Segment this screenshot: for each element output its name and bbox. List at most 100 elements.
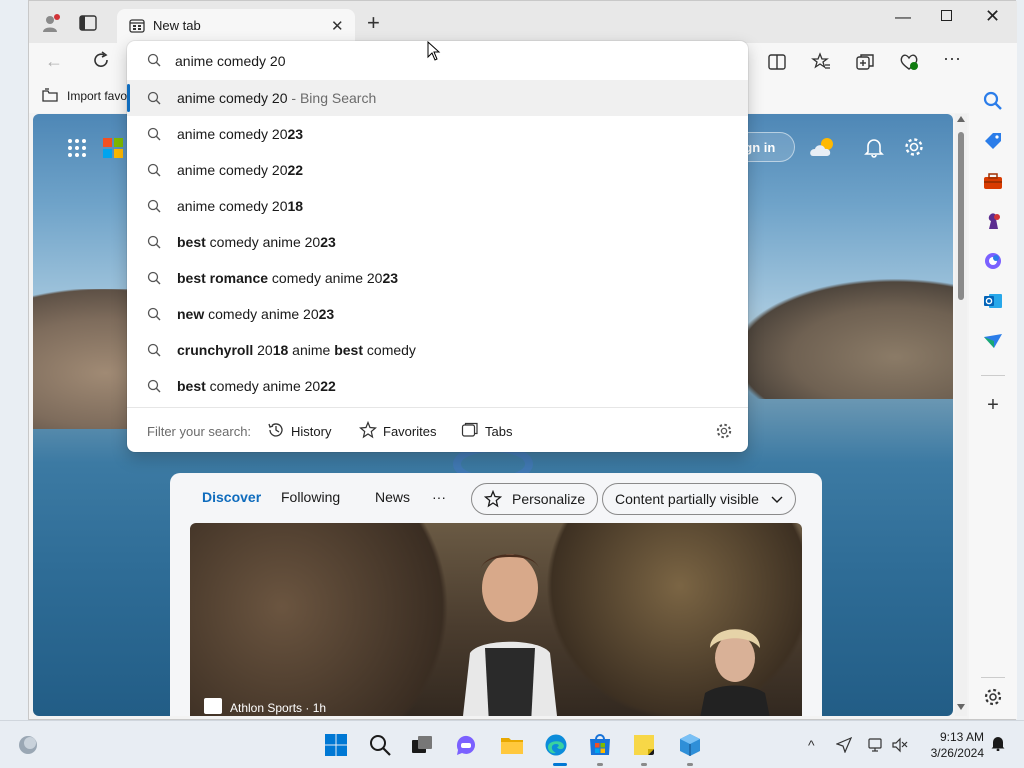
notification-center-icon[interactable]: [990, 735, 1006, 751]
filter-favorites-button[interactable]: Favorites: [359, 421, 439, 441]
filter-favorites-label: Favorites: [383, 424, 437, 439]
filter-history-label: History: [291, 424, 332, 439]
tray-volume-muted-icon[interactable]: [892, 737, 908, 753]
import-favorites-icon[interactable]: [41, 87, 59, 103]
suggestion-search-icon: [147, 163, 161, 177]
sidebar-games-icon[interactable]: [983, 211, 1003, 231]
top-story-image[interactable]: Athlon Sports · 1h: [190, 523, 802, 716]
scroll-up-arrow-icon[interactable]: [957, 116, 965, 122]
profile-icon[interactable]: [41, 13, 61, 33]
desktop-edge-right: [1016, 0, 1024, 720]
address-bar-input[interactable]: [175, 50, 715, 72]
personalize-star-icon: [484, 490, 502, 508]
favorites-star-icon[interactable]: [811, 52, 831, 72]
sidebar-outlook-icon[interactable]: [983, 291, 1003, 311]
microsoft-store-icon[interactable]: [588, 733, 612, 757]
sticky-notes-icon[interactable]: [632, 733, 656, 757]
suggestion-text: anime comedy 2018: [177, 198, 304, 214]
tab-close-icon[interactable]: ✕: [331, 17, 344, 35]
feed-tab-discover[interactable]: Discover: [202, 489, 261, 505]
window-close-icon[interactable]: ✕: [985, 6, 1000, 27]
feed-tab-following[interactable]: Following: [281, 489, 340, 505]
taskbar-clock-time[interactable]: 9:13 AM: [930, 730, 984, 744]
collections-icon[interactable]: [855, 52, 875, 72]
edge-active-indicator: [553, 763, 567, 766]
feed-more-icon[interactable]: ···: [432, 489, 446, 505]
sidebar-microsoft365-icon[interactable]: [983, 251, 1003, 271]
suggestion-search-icon: [147, 235, 161, 249]
new-tab-plus-icon[interactable]: +: [367, 12, 380, 34]
sidebar-tools-icon[interactable]: [983, 171, 1003, 191]
suggestion-search-icon: [147, 307, 161, 321]
suggestion-text: anime comedy 20 - Bing Search: [177, 90, 377, 106]
story-source-label[interactable]: Athlon Sports · 1h: [230, 701, 326, 715]
task-view-icon[interactable]: [410, 733, 434, 757]
import-favorites-link[interactable]: Import favo: [67, 89, 127, 103]
personalize-button[interactable]: Personalize: [471, 483, 599, 515]
tab-actions-icon[interactable]: [79, 15, 97, 31]
notifications-bell-icon[interactable]: [863, 136, 885, 158]
title-bar: New tab ✕ + — ✕: [29, 1, 1017, 43]
page-settings-gear-icon[interactable]: [903, 136, 925, 158]
search-settings-gear-icon[interactable]: [715, 422, 733, 440]
address-bar-dropdown: anime comedy 20 - Bing Search anime comed…: [127, 41, 748, 452]
browser-essentials-icon[interactable]: [899, 52, 919, 72]
suggestion-search-icon: [147, 379, 161, 393]
sidebar-add-icon[interactable]: +: [983, 395, 1003, 415]
refresh-icon[interactable]: [91, 50, 111, 70]
start-windows-icon[interactable]: [324, 733, 348, 757]
scroll-down-arrow-icon[interactable]: [957, 704, 965, 710]
sticky-notes-running-indicator: [641, 763, 647, 766]
search-suggestion[interactable]: crunchyroll 2018 anime best comedy: [127, 332, 748, 368]
taskbar-search-icon[interactable]: [368, 733, 392, 757]
more-options-icon[interactable]: ···: [943, 48, 963, 68]
app-launcher-icon[interactable]: [67, 138, 87, 158]
tray-network-icon[interactable]: [868, 737, 884, 753]
widgets-weather-icon[interactable]: [16, 733, 40, 757]
page-scrollbar[interactable]: [955, 114, 967, 716]
virtual-box-icon[interactable]: [678, 733, 702, 757]
search-suggestion[interactable]: best comedy anime 2023: [127, 224, 748, 260]
split-screen-icon[interactable]: [767, 52, 787, 72]
chat-teams-icon[interactable]: [454, 733, 478, 757]
weather-icon[interactable]: [809, 136, 837, 158]
search-suggestion[interactable]: anime comedy 20 - Bing Search: [127, 80, 748, 116]
personalize-label: Personalize: [512, 491, 586, 507]
filter-history-button[interactable]: History: [267, 421, 337, 441]
content-visibility-dropdown[interactable]: Content partially visible: [602, 483, 796, 515]
scrollbar-thumb[interactable]: [958, 132, 964, 300]
story-source-logo: [204, 698, 222, 714]
search-suggestion[interactable]: best romance comedy anime 2023: [127, 260, 748, 296]
suggestion-search-icon: [147, 199, 161, 213]
new-tab-page-icon: [129, 19, 145, 33]
minimize-icon[interactable]: —: [895, 9, 911, 27]
file-explorer-icon[interactable]: [500, 733, 524, 757]
story-coach-figure: [700, 629, 770, 716]
search-suggestion[interactable]: anime comedy 2022: [127, 152, 748, 188]
search-suggestion[interactable]: anime comedy 2023: [127, 116, 748, 152]
microsoft-logo-icon: [103, 138, 123, 158]
sidebar-shopping-tag-icon[interactable]: [983, 131, 1003, 151]
edge-browser-icon[interactable]: [544, 733, 568, 757]
search-suggestion[interactable]: new comedy anime 2023: [127, 296, 748, 332]
sidebar-drop-icon[interactable]: [983, 331, 1003, 351]
filter-tabs-label: Tabs: [485, 424, 513, 439]
taskbar-clock-date[interactable]: 3/26/2024: [922, 746, 984, 760]
maximize-icon[interactable]: [941, 10, 952, 21]
sidebar-search-icon[interactable]: [983, 91, 1003, 111]
search-suggestion[interactable]: anime comedy 2018: [127, 188, 748, 224]
tray-chevron-up-icon[interactable]: ^: [808, 737, 824, 753]
tray-location-icon[interactable]: [836, 737, 852, 753]
suggestion-text: best comedy anime 2023: [177, 234, 336, 250]
tabs-icon: [461, 422, 478, 437]
suggestion-search-icon: [147, 91, 161, 105]
mouse-cursor-icon: [427, 41, 441, 61]
feed-tab-news[interactable]: News: [375, 489, 410, 505]
windows-taskbar: ^ 9:13 AM 3/26/2024: [0, 720, 1024, 768]
sidebar-settings-gear-icon[interactable]: [983, 687, 1003, 707]
favorites-icon: [359, 421, 377, 439]
filter-tabs-button[interactable]: Tabs: [461, 421, 521, 441]
tab-new-tab[interactable]: New tab ✕: [117, 9, 355, 43]
back-arrow-icon[interactable]: ←: [45, 51, 63, 72]
search-suggestion[interactable]: best comedy anime 2022: [127, 368, 748, 404]
